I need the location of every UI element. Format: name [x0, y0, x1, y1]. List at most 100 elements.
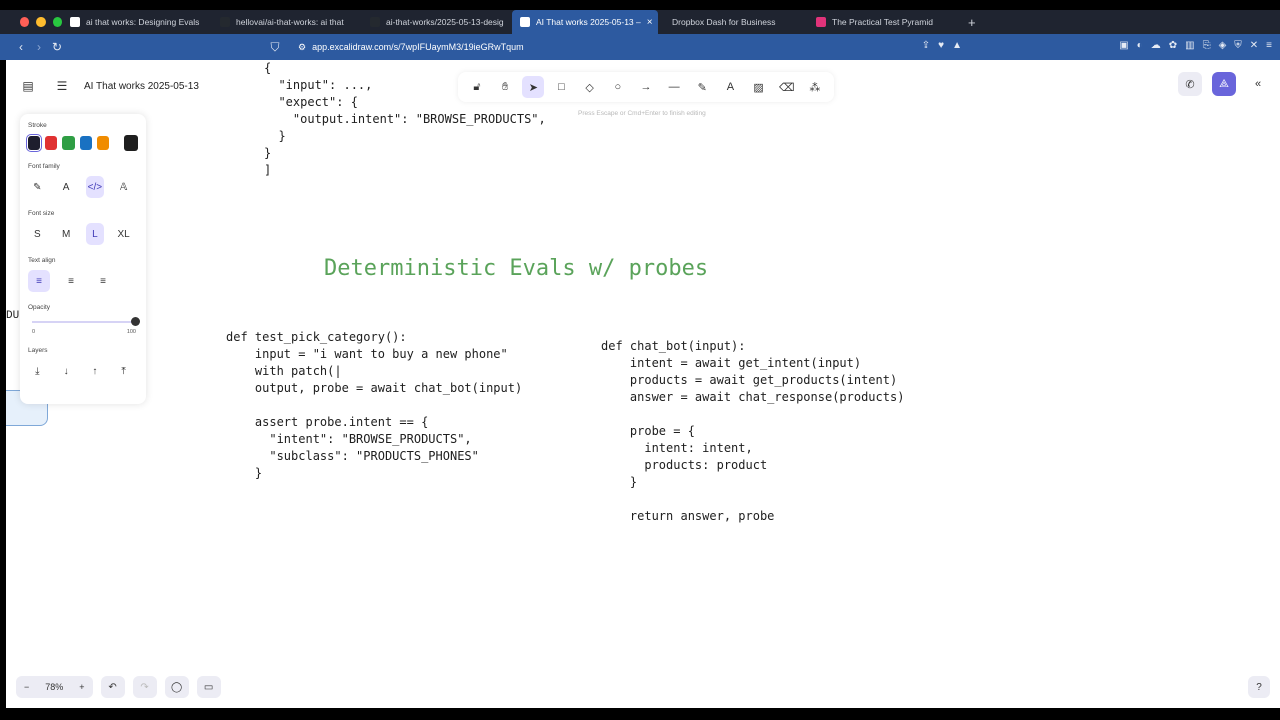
stroke-color-row [25, 134, 138, 152]
comments-icon[interactable]: ◯ [164, 676, 189, 698]
more-tools-icon[interactable]: ⁂ [804, 76, 826, 98]
url-field[interactable]: ⚙ app.excalidraw.com/s/7wpIFUaymM3/19ieG… [298, 42, 524, 53]
stroke-swatch[interactable] [25, 134, 43, 152]
line-tool-icon[interactable]: — [663, 76, 685, 98]
tab-label: ai-that-works/2025-05-13-desig [386, 17, 504, 27]
forward-icon[interactable]: › [30, 40, 48, 54]
send-to-back-icon[interactable]: ⤓ [28, 360, 47, 382]
chat-bot-code-text[interactable]: def chat_bot(input): intent = await get_… [601, 338, 904, 525]
text-tool-icon[interactable]: A [719, 76, 741, 98]
document-title[interactable]: AI That works 2025-05-13 [84, 81, 199, 92]
browser-tab[interactable]: ai-that-works/2025-05-13-desig [362, 10, 512, 34]
shield-icon[interactable]: ♥ [938, 40, 944, 51]
hand-drawn-font-icon[interactable]: ✎ [28, 176, 47, 198]
zoom-level[interactable]: 78% [37, 682, 71, 692]
share-page-icon[interactable]: ⇪ [922, 40, 930, 51]
help-icon[interactable]: ? [1248, 676, 1270, 698]
ellipse-tool-icon[interactable]: ○ [607, 76, 629, 98]
call-icon[interactable]: ✆ [1178, 72, 1202, 96]
stroke-swatch[interactable] [96, 136, 110, 150]
font-size-small-button[interactable]: S [28, 223, 47, 245]
arrow-tool-icon[interactable]: → [635, 76, 657, 98]
sidebar-icon[interactable]: ▥ [1185, 40, 1194, 51]
align-left-icon[interactable]: ≡ [28, 270, 50, 292]
rectangle-tool-icon[interactable]: □ [550, 76, 572, 98]
zoom-in-button[interactable]: + [71, 682, 92, 692]
close-window-button[interactable] [20, 17, 30, 27]
github-icon [220, 17, 230, 27]
extension-icon[interactable]: ▣ [1119, 40, 1128, 51]
align-right-icon[interactable]: ≡ [92, 270, 114, 292]
opacity-max-label: 100 [126, 329, 136, 335]
diamond-tool-icon[interactable]: ◇ [579, 76, 601, 98]
zoom-out-button[interactable]: − [16, 682, 37, 692]
extension-icon[interactable]: ☁ [1151, 40, 1161, 51]
new-tab-button[interactable]: + [958, 15, 976, 30]
present-icon[interactable]: ▭ [196, 676, 221, 698]
canvas-heading[interactable]: Deterministic Evals w/ probes [324, 256, 708, 281]
close-tab-icon[interactable]: × [647, 17, 653, 28]
top-right-controls: ✆ ⟁ « [1178, 72, 1270, 96]
code-font-icon[interactable]: </> [85, 176, 105, 198]
extension-icon[interactable]: ◐ [1137, 40, 1143, 51]
browser-tab-bar: ai that works: Designing Evals hellovai/… [0, 10, 1280, 34]
extension-icon[interactable]: ⛨ [1234, 40, 1242, 51]
bookmark-icon[interactable]: ⛉ [266, 40, 284, 55]
main-menu-icon[interactable]: ☰ [50, 74, 74, 98]
browser-tab-active[interactable]: AI That works 2025-05-13 – × [512, 10, 658, 34]
browser-tab[interactable]: hellovai/ai-that-works: ai that [212, 10, 362, 34]
extension-icon[interactable]: ◈ [1219, 40, 1227, 51]
tab-label: ai that works: Designing Evals [86, 17, 200, 27]
opacity-track [32, 321, 136, 323]
font-size-large-button[interactable]: L [85, 223, 105, 245]
bring-forward-icon[interactable]: ↑ [86, 360, 105, 382]
share-button[interactable]: ⟁ [1212, 72, 1236, 96]
partial-canvas-text[interactable]: DU [6, 310, 19, 322]
excalidraw-icon [520, 17, 530, 27]
undo-icon[interactable]: ↶ [100, 676, 125, 698]
github-icon [370, 17, 380, 27]
pencil-tool-icon[interactable]: ✎ [691, 76, 713, 98]
browser-tab[interactable]: ai that works: Designing Evals [62, 10, 212, 34]
reload-icon[interactable]: ↻ [48, 40, 66, 54]
test-code-text[interactable]: def test_pick_category(): input = "i wan… [226, 329, 522, 482]
redo-icon[interactable]: ↷ [132, 676, 157, 698]
font-size-medium-button[interactable]: M [57, 223, 76, 245]
opacity-slider[interactable] [32, 317, 140, 327]
send-backward-icon[interactable]: ↓ [57, 360, 76, 382]
extension-icon[interactable]: ✕ [1250, 40, 1258, 51]
opacity-range-labels: 0 100 [32, 329, 136, 335]
collapse-sidebar-icon[interactable]: « [1246, 72, 1270, 96]
layers-label: Layers [28, 347, 48, 354]
site-settings-icon[interactable]: ⚙ [298, 42, 306, 53]
sidebar-toggle-icon[interactable]: ▤ [16, 74, 40, 98]
more-fonts-icon[interactable]: 𝔸 [114, 176, 133, 198]
stroke-swatch[interactable] [79, 136, 92, 150]
tab-label: hellovai/ai-that-works: ai that [236, 17, 344, 27]
font-size-xl-button[interactable]: XL [114, 223, 133, 245]
address-bar: ‹ › ↻ ⛉ ⚙ app.excalidraw.com/s/7wpIFUaym… [0, 34, 1280, 60]
bring-to-front-icon[interactable]: ⤒ [114, 360, 133, 382]
normal-font-icon[interactable]: A [57, 176, 76, 198]
opacity-knob[interactable] [131, 317, 140, 326]
excalidraw-canvas[interactable]: DU ▤ ☰ AI That works 2025-05-13 🔓︎ ✋︎ ➤ … [6, 60, 1280, 708]
browser-tab[interactable]: The Practical Test Pyramid [808, 10, 958, 34]
image-tool-icon[interactable]: ▨ [748, 76, 770, 98]
extensions-bar: ▣ ◐ ☁ ✿ ▥ ⎘ ◈ ⛨ ✕ ≡ [1119, 40, 1272, 51]
json-snippet-text[interactable]: { "input": ..., "expect": { "output.inte… [264, 60, 546, 179]
menu-icon[interactable]: ≡ [1266, 40, 1272, 51]
align-center-icon[interactable]: ≡ [60, 270, 82, 292]
back-icon[interactable]: ‹ [12, 40, 30, 54]
font-size-label: Font size [28, 210, 55, 217]
maximize-window-button[interactable] [52, 17, 62, 27]
stroke-swatch[interactable] [45, 136, 58, 150]
extension-badge-icon[interactable]: ▲ [952, 40, 962, 51]
extension-icon[interactable]: ✿ [1169, 40, 1177, 51]
browser-tab[interactable]: Dropbox Dash for Business [658, 10, 808, 34]
stroke-swatch[interactable] [62, 136, 75, 150]
eraser-tool-icon[interactable]: ⌫ [776, 76, 798, 98]
extension-icon[interactable]: ⎘ [1203, 40, 1211, 51]
current-stroke-swatch[interactable] [124, 135, 138, 151]
font-family-label: Font family [28, 163, 60, 170]
minimize-window-button[interactable] [36, 17, 46, 27]
